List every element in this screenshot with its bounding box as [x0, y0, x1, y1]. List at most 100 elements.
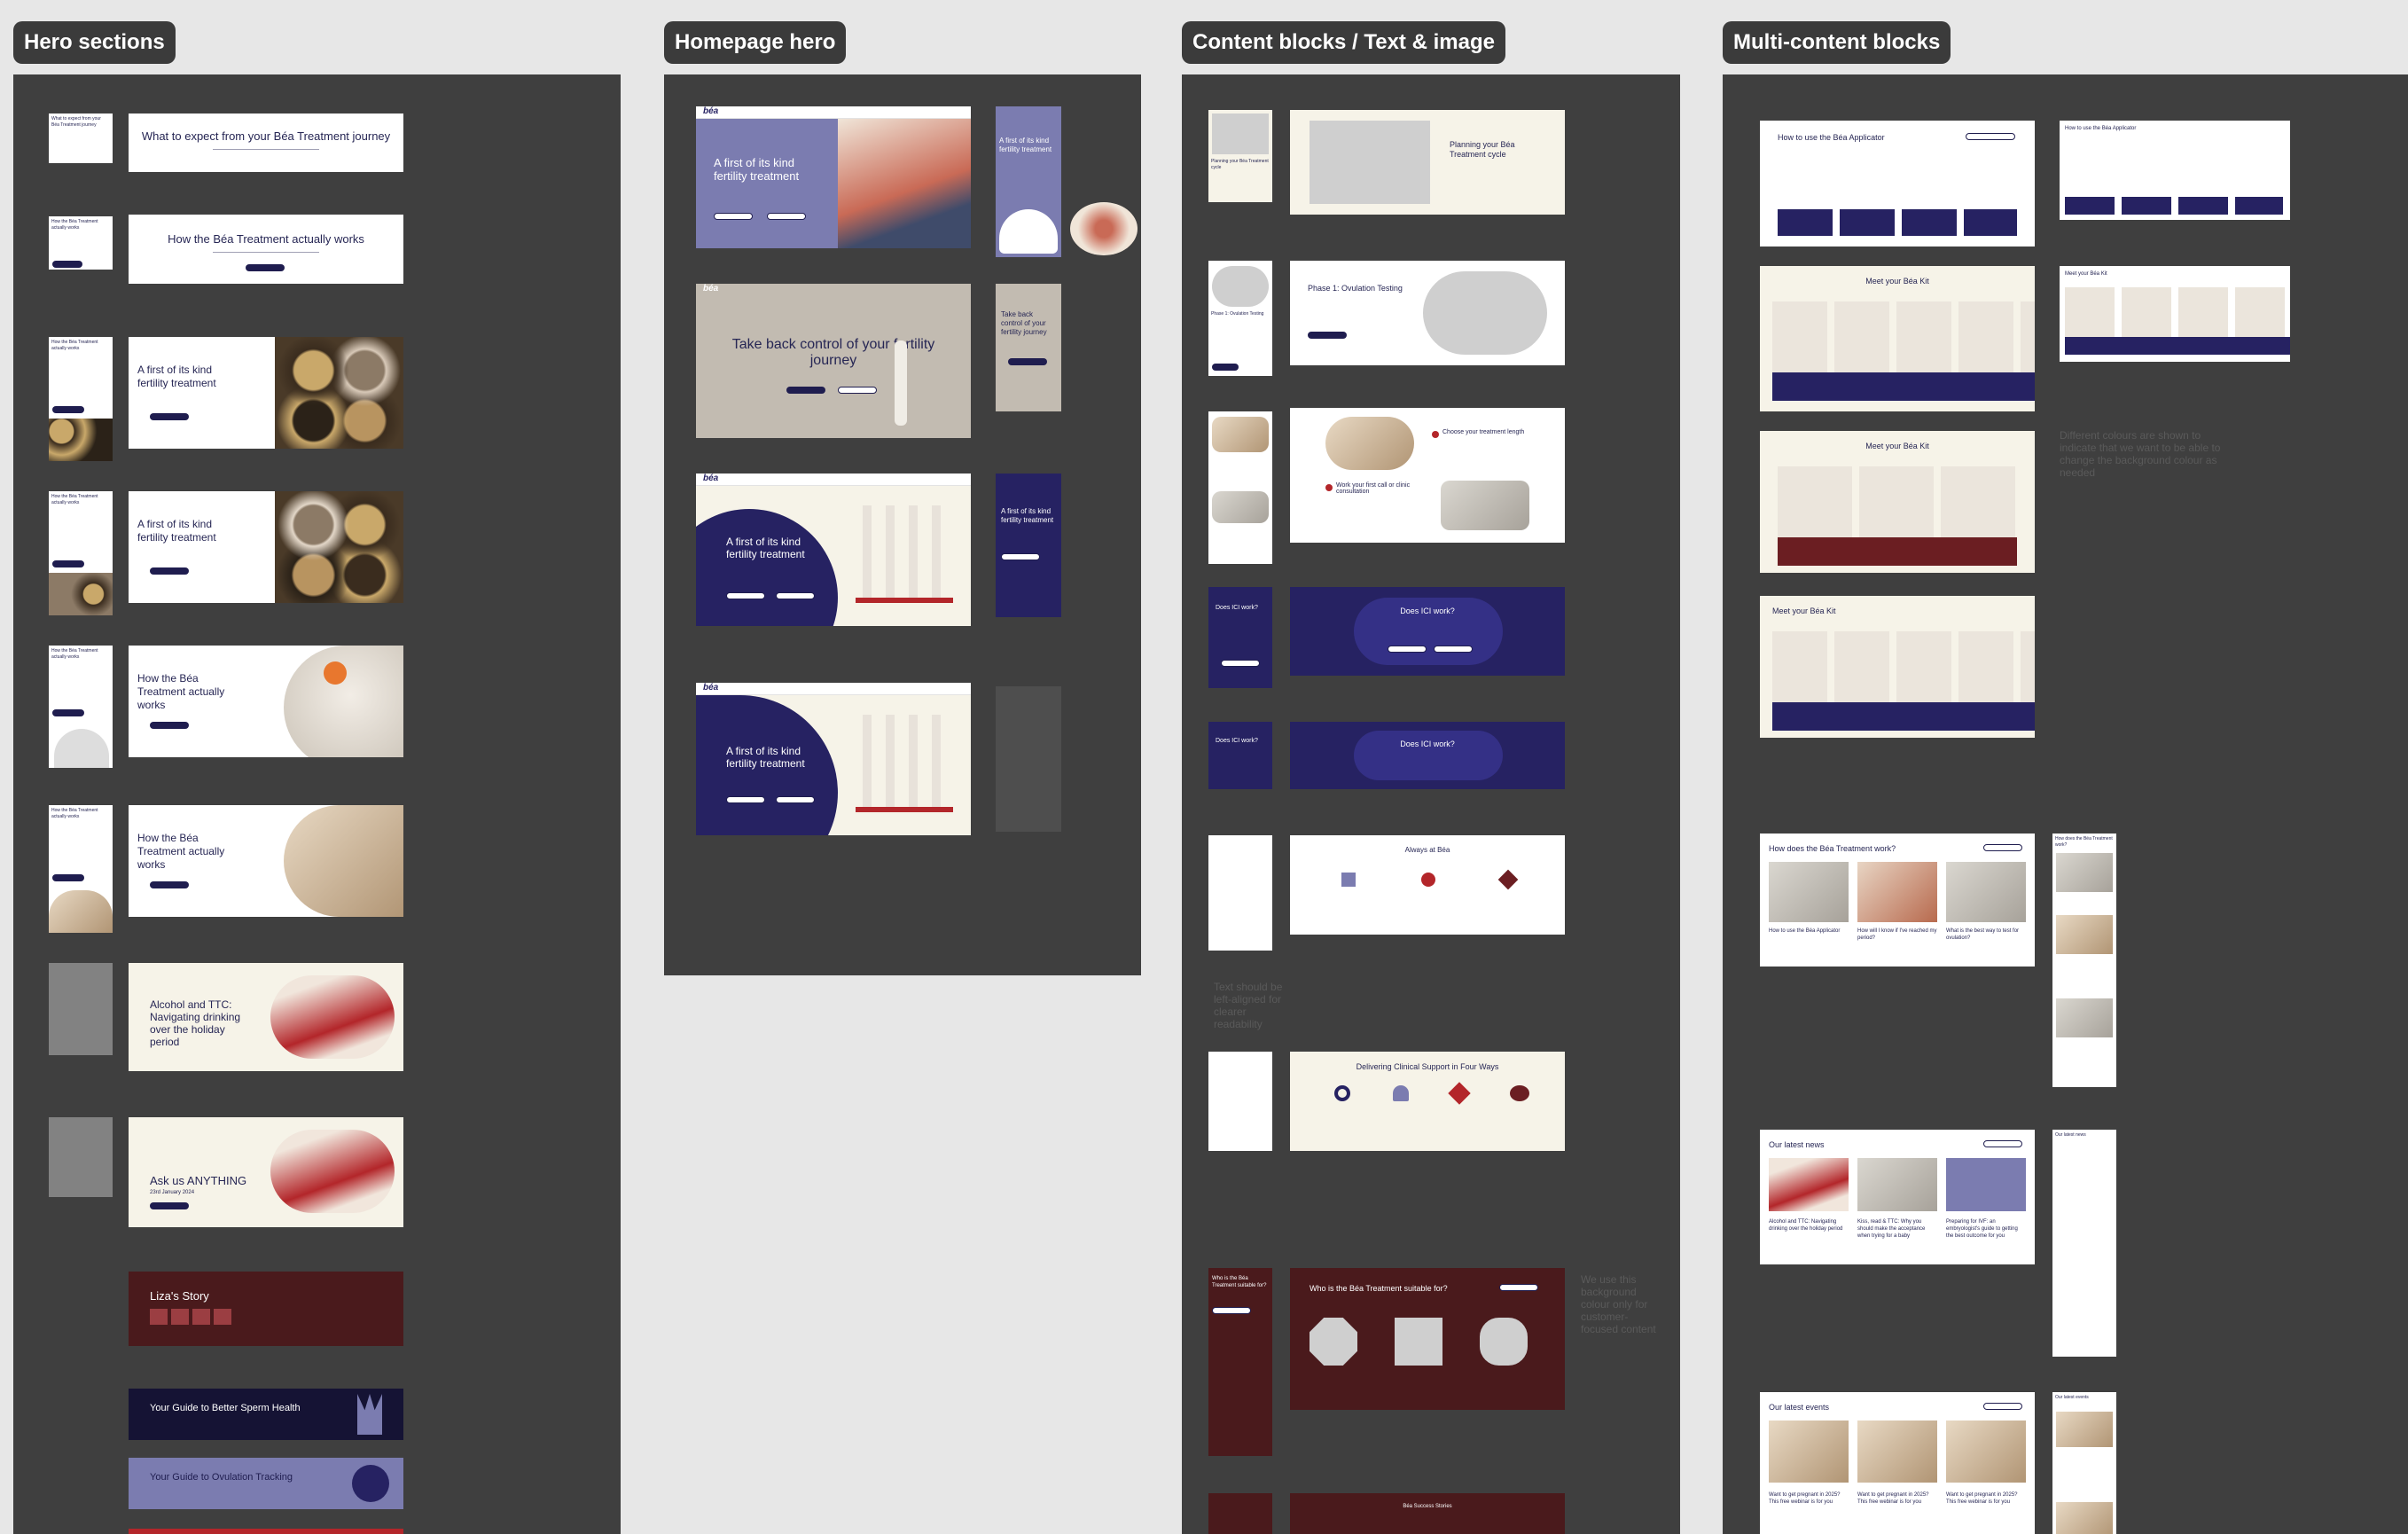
mobile-card-how[interactable]: How the Béa Treatment actually works: [49, 216, 113, 270]
card-title: How to use the Béa Applicator: [1778, 133, 1885, 142]
kit-cards: [1772, 301, 2035, 401]
desktop-card-ici-2[interactable]: Does ICI work?: [1290, 722, 1565, 789]
cta-secondary-button[interactable]: [1434, 646, 1473, 653]
mobile-card-works[interactable]: How does the Béa Treatment work?: [2052, 834, 2116, 1087]
mobile-card-team[interactable]: How the Béa Treatment actually works: [49, 805, 113, 933]
cta-button[interactable]: [1008, 358, 1047, 365]
homepage-desktop-cream-2[interactable]: béa A first of its kind fertility treatm…: [696, 683, 971, 835]
desktop-card-hand[interactable]: How the Béa Treatment actually works: [129, 646, 403, 757]
mobile-card-planning[interactable]: Planning your Béa Treatment cycle: [1208, 110, 1272, 202]
cta-button[interactable]: [52, 261, 82, 268]
desktop-card-ask[interactable]: Ask us ANYTHING 23rd January 2024: [129, 1117, 403, 1227]
desktop-card-first-gold-2[interactable]: A first of its kind fertility treatment: [129, 491, 403, 603]
desktop-card-applicator[interactable]: How to use the Béa Applicator: [1760, 121, 2035, 247]
cta-primary-button[interactable]: [786, 387, 825, 394]
desktop-card-first-gold[interactable]: A first of its kind fertility treatment: [129, 337, 403, 449]
desktop-card-phase[interactable]: Phase 1: Ovulation Testing: [1290, 261, 1565, 365]
article-title[interactable]: What is the best way to test for ovulati…: [1946, 927, 2026, 942]
cta-button[interactable]: [1983, 1403, 2022, 1410]
cta-button[interactable]: [1499, 1284, 1538, 1291]
cta-button[interactable]: [1983, 1140, 2022, 1147]
cta-primary-button[interactable]: [1388, 646, 1427, 653]
cta-button[interactable]: [1001, 553, 1040, 560]
desktop-card-red-partial[interactable]: [129, 1529, 403, 1534]
desktop-card-suitable[interactable]: Who is the Béa Treatment suitable for?: [1290, 1268, 1565, 1410]
cta-button[interactable]: [52, 560, 84, 567]
mobile-card-first-gold[interactable]: How the Béa Treatment actually works: [49, 337, 113, 461]
desktop-card-reviews[interactable]: Béa Success Stories: [1290, 1493, 1565, 1534]
cta-button[interactable]: [150, 567, 189, 575]
mobile-card-kit[interactable]: Meet your Béa Kit: [2060, 266, 2290, 362]
cta-button[interactable]: [150, 722, 189, 729]
homepage-desktop-cream[interactable]: béa A first of its kind fertility treatm…: [696, 474, 971, 626]
homepage-desktop-periwinkle[interactable]: béa A first of its kind fertility treatm…: [696, 106, 971, 248]
mobile-card-ici-2[interactable]: Does ICI work?: [1208, 722, 1272, 789]
event-title[interactable]: Want to get pregnant in 2025? This free …: [1946, 1491, 2026, 1506]
cta-button[interactable]: [52, 709, 84, 716]
cta-secondary-button[interactable]: [767, 213, 806, 220]
desktop-card-ovulation[interactable]: Your Guide to Ovulation Tracking: [129, 1458, 403, 1509]
cta-button[interactable]: [52, 406, 84, 413]
news-title[interactable]: Alcohol and TTC: Navigating drinking ove…: [1769, 1218, 1849, 1233]
desktop-card-treatment[interactable]: Choose your treatment length Work your f…: [1290, 408, 1565, 543]
mobile-card-delivering[interactable]: [1208, 1052, 1272, 1151]
desktop-card-sperm-health[interactable]: Your Guide to Better Sperm Health: [129, 1389, 403, 1440]
mobile-card-treatment[interactable]: [1208, 411, 1272, 564]
cta-button[interactable]: [150, 1202, 189, 1209]
article-title[interactable]: How to use the Béa Applicator: [1769, 927, 1849, 935]
news-title[interactable]: Kiss, read & TTC: Why you should make th…: [1857, 1218, 1937, 1240]
event-title[interactable]: Want to get pregnant in 2025? This free …: [1857, 1491, 1937, 1506]
cta-secondary-button[interactable]: [838, 387, 877, 394]
cta-primary-button[interactable]: [726, 796, 765, 803]
mobile-card-always[interactable]: [1208, 835, 1272, 951]
cta-primary-button[interactable]: [726, 592, 765, 599]
mobile-card-expect[interactable]: What to expect from your Béa Treatment j…: [49, 113, 113, 163]
card-title: Does ICI work?: [1400, 607, 1455, 615]
desktop-card-works[interactable]: How does the Béa Treatment work? How to …: [1760, 834, 2035, 967]
desktop-card-events[interactable]: Our latest events Want to get pregnant i…: [1760, 1392, 2035, 1534]
desktop-card-news[interactable]: Our latest news Alcohol and TTC: Navigat…: [1760, 1130, 2035, 1264]
cta-button[interactable]: [246, 264, 285, 271]
mobile-card-applicator[interactable]: How to use the Béa Applicator: [2060, 121, 2290, 220]
desktop-card-how[interactable]: How the Béa Treatment actually works ———…: [129, 215, 403, 284]
news-title[interactable]: Preparing for IVF: an embryologist's gui…: [1946, 1218, 2026, 1240]
desktop-card-always[interactable]: Always at Béa: [1290, 835, 1565, 935]
desktop-card-delivering[interactable]: Delivering Clinical Support in Four Ways: [1290, 1052, 1565, 1151]
homepage-desktop-taupe[interactable]: béa Take back control of your fertility …: [696, 284, 971, 438]
mobile-title: Our latest news: [2055, 1132, 2086, 1138]
cta-button[interactable]: [1966, 133, 2015, 140]
desktop-card-kit-maroon[interactable]: Meet your Béa Kit: [1760, 431, 2035, 573]
event-title[interactable]: Want to get pregnant in 2025? This free …: [1769, 1491, 1849, 1506]
cta-secondary-button[interactable]: [776, 796, 815, 803]
desktop-card-kit[interactable]: Meet your Béa Kit: [1760, 266, 2035, 411]
cta-button[interactable]: [1221, 660, 1260, 667]
cta-secondary-button[interactable]: [776, 592, 815, 599]
desktop-card-team[interactable]: How the Béa Treatment actually works: [129, 805, 403, 917]
mobile-card-reviews[interactable]: [1208, 1493, 1272, 1534]
homepage-mobile-periwinkle[interactable]: A first of its kind fertility treatment: [996, 106, 1061, 257]
mobile-card-suitable[interactable]: Who is the Béa Treatment suitable for?: [1208, 1268, 1272, 1456]
desktop-card-kit-navy[interactable]: Meet your Béa Kit: [1760, 596, 2035, 738]
mobile-card-phase[interactable]: Phase 1: Ovulation Testing: [1208, 261, 1272, 376]
cta-button[interactable]: [1212, 1307, 1251, 1314]
desktop-card-alcohol[interactable]: Alcohol and TTC: Navigating drinking ove…: [129, 963, 403, 1071]
homepage-mobile-taupe[interactable]: Take back control of your fertility jour…: [996, 284, 1061, 411]
mobile-card-news[interactable]: Our latest news: [2052, 1130, 2116, 1357]
cta-button[interactable]: [52, 874, 84, 881]
mobile-card-first-gold-2[interactable]: How the Béa Treatment actually works: [49, 491, 113, 615]
homepage-mobile-navy[interactable]: A first of its kind fertility treatment: [996, 474, 1061, 617]
mobile-card-hand[interactable]: How the Béa Treatment actually works: [49, 646, 113, 768]
mobile-card-ici[interactable]: Does ICI work?: [1208, 587, 1272, 688]
desktop-card-liza-story[interactable]: Liza's Story: [129, 1272, 403, 1346]
cta-button[interactable]: [1983, 844, 2022, 851]
article-title[interactable]: How will I know if I've reached my perio…: [1857, 927, 1937, 942]
desktop-card-ici[interactable]: Does ICI work?: [1290, 587, 1565, 676]
cta-primary-button[interactable]: [714, 213, 753, 220]
mobile-card-events[interactable]: Our latest events: [2052, 1392, 2116, 1534]
cta-button[interactable]: [1212, 364, 1239, 371]
desktop-card-expect[interactable]: What to expect from your Béa Treatment j…: [129, 113, 403, 172]
cta-button[interactable]: [1308, 332, 1347, 339]
cta-button[interactable]: [150, 881, 189, 888]
cta-button[interactable]: [150, 413, 189, 420]
desktop-card-planning[interactable]: Planning your Béa Treatment cycle: [1290, 110, 1565, 215]
